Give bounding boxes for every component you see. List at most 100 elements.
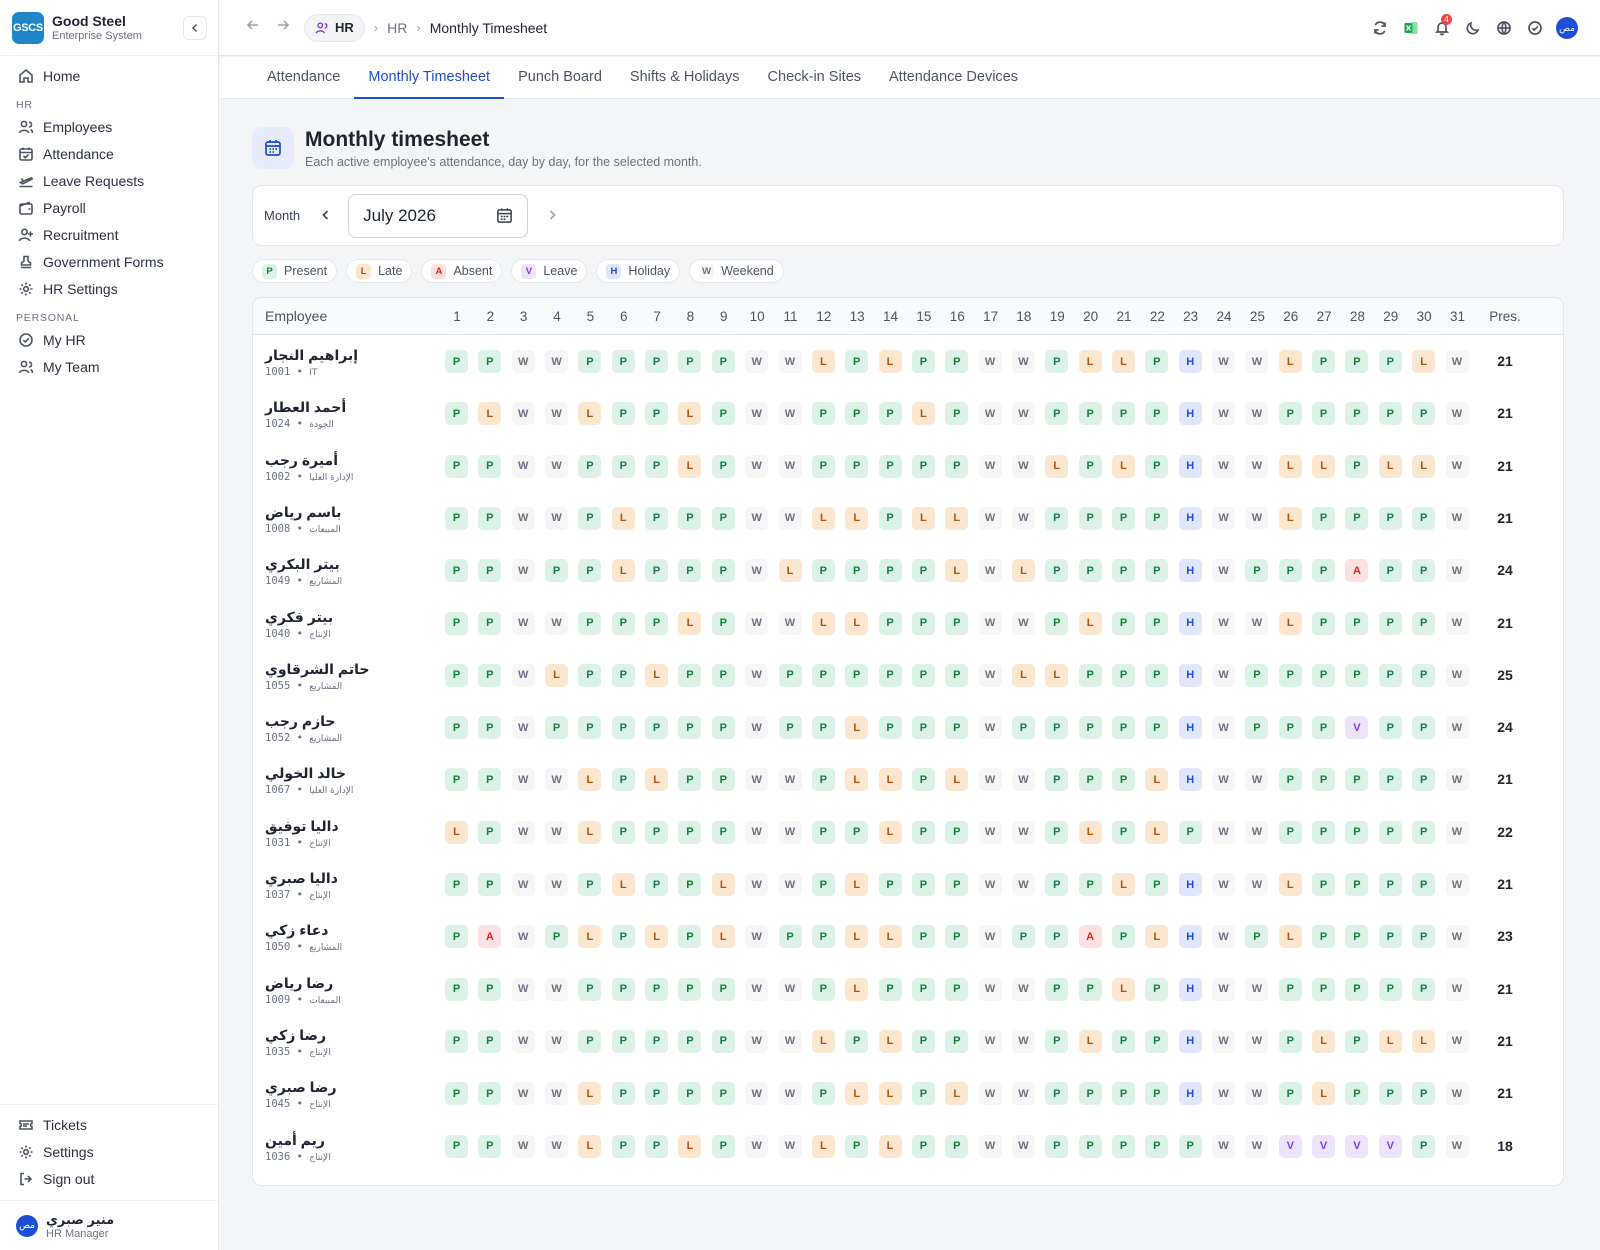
employee-name[interactable]: رضا صبري	[265, 1079, 337, 1095]
day-cell[interactable]: P	[911, 820, 935, 844]
day-cell[interactable]: P	[711, 663, 735, 687]
day-cell[interactable]: P	[1145, 559, 1169, 583]
employee-name[interactable]: باسم رياض	[265, 504, 342, 520]
day-cell[interactable]: P	[1412, 977, 1436, 1001]
day-cell[interactable]: W	[545, 1134, 569, 1158]
day-cell[interactable]: P	[478, 559, 502, 583]
day-cell[interactable]: P	[1078, 1082, 1102, 1106]
day-cell[interactable]: P	[711, 768, 735, 792]
day-cell[interactable]: P	[645, 611, 669, 635]
day-cell[interactable]: W	[1212, 1029, 1236, 1053]
day-cell[interactable]: W	[1212, 716, 1236, 740]
day-cell[interactable]: P	[1045, 1082, 1069, 1106]
table-row[interactable]: ريم أمين 1036 • الإنتاج P P W W L P P L P W W L P L P P W W…	[253, 1121, 1563, 1175]
day-cell[interactable]: W	[1245, 1134, 1269, 1158]
day-cell[interactable]: P	[611, 768, 635, 792]
day-cell[interactable]: P	[1378, 402, 1402, 426]
day-cell[interactable]: P	[445, 402, 468, 426]
day-cell[interactable]: P	[1045, 611, 1069, 635]
day-cell[interactable]: A	[478, 925, 502, 949]
day-cell[interactable]: W	[511, 663, 535, 687]
next-month-button[interactable]	[546, 208, 558, 224]
day-cell[interactable]: P	[1045, 506, 1069, 530]
day-cell[interactable]: L	[878, 350, 902, 373]
day-cell[interactable]: P	[711, 611, 735, 635]
day-cell[interactable]: P	[1112, 925, 1135, 949]
day-cell[interactable]: L	[1078, 611, 1102, 635]
day-cell[interactable]: P	[678, 350, 702, 373]
day-cell[interactable]: P	[711, 350, 735, 373]
day-cell[interactable]: W	[745, 1082, 769, 1106]
day-cell[interactable]: P	[811, 559, 835, 583]
day-cell[interactable]: H	[1178, 873, 1202, 896]
day-cell[interactable]: L	[878, 1134, 902, 1158]
day-cell[interactable]: W	[1011, 611, 1035, 635]
day-cell[interactable]: L	[711, 873, 735, 896]
day-cell[interactable]: P	[1345, 1029, 1369, 1053]
day-cell[interactable]: W	[1011, 506, 1035, 530]
day-cell[interactable]: P	[545, 716, 569, 740]
collapse-sidebar-button[interactable]	[183, 16, 207, 40]
day-cell[interactable]: P	[1145, 402, 1169, 426]
day-cell[interactable]: W	[1445, 768, 1469, 792]
day-cell[interactable]: P	[1145, 506, 1169, 530]
day-cell[interactable]: W	[1445, 1029, 1469, 1053]
day-cell[interactable]: L	[845, 873, 869, 896]
day-cell[interactable]: W	[978, 611, 1002, 635]
employee-name[interactable]: حازم رجب	[265, 713, 336, 729]
day-cell[interactable]: W	[978, 820, 1002, 844]
day-cell[interactable]: L	[645, 925, 669, 949]
day-cell[interactable]: W	[545, 350, 569, 373]
day-cell[interactable]: W	[511, 350, 535, 373]
sidebar-item-sign-out[interactable]: Sign out	[0, 1165, 219, 1192]
day-cell[interactable]: P	[545, 559, 569, 583]
day-cell[interactable]: P	[811, 873, 835, 896]
day-cell[interactable]: W	[745, 506, 769, 530]
day-cell[interactable]: L	[1278, 873, 1302, 896]
day-cell[interactable]: W	[511, 1029, 535, 1053]
day-cell[interactable]: P	[611, 402, 635, 426]
day-cell[interactable]: P	[645, 350, 669, 373]
employee-name[interactable]: بيتر فكري	[265, 609, 333, 625]
day-cell[interactable]: P	[911, 663, 935, 687]
day-cell[interactable]: L	[1011, 663, 1035, 687]
day-cell[interactable]: P	[1112, 716, 1135, 740]
day-cell[interactable]: W	[978, 454, 1002, 478]
table-row[interactable]: حاتم الشرقاوي 1055 • المشاريع P P W L P P L P P W P P…	[253, 650, 1563, 704]
day-cell[interactable]: H	[1178, 454, 1202, 478]
day-cell[interactable]: P	[1112, 663, 1135, 687]
day-cell[interactable]: L	[1312, 1082, 1336, 1106]
day-cell[interactable]: L	[845, 1082, 869, 1106]
day-cell[interactable]: W	[745, 1029, 769, 1053]
theme-toggle[interactable]	[1457, 14, 1488, 42]
day-cell[interactable]: P	[1178, 1134, 1202, 1158]
day-cell[interactable]: W	[978, 925, 1002, 949]
day-cell[interactable]: A	[1078, 925, 1102, 949]
day-cell[interactable]: P	[911, 716, 935, 740]
forward-button[interactable]	[268, 17, 298, 38]
day-cell[interactable]: P	[811, 663, 835, 687]
day-cell[interactable]: W	[511, 506, 535, 530]
table-row[interactable]: داليا توفيق 1031 • الإنتاج L P W W L P P P P W W P P L P…	[253, 807, 1563, 861]
day-cell[interactable]: P	[1412, 611, 1436, 635]
day-cell[interactable]: P	[645, 873, 669, 896]
day-cell[interactable]: P	[911, 611, 935, 635]
day-cell[interactable]: W	[545, 611, 569, 635]
day-cell[interactable]: L	[578, 768, 602, 792]
day-cell[interactable]: L	[1112, 350, 1135, 373]
language-button[interactable]	[1488, 14, 1519, 42]
tab-attendance[interactable]: Attendance	[253, 57, 354, 99]
day-cell[interactable]: P	[611, 977, 635, 1001]
day-cell[interactable]: P	[611, 454, 635, 478]
day-cell[interactable]: W	[1011, 873, 1035, 896]
day-cell[interactable]: W	[1212, 611, 1236, 635]
day-cell[interactable]: L	[878, 820, 902, 844]
day-cell[interactable]: L	[678, 454, 702, 478]
day-cell[interactable]: P	[1412, 1134, 1436, 1158]
day-cell[interactable]: H	[1178, 506, 1202, 530]
day-cell[interactable]: W	[978, 506, 1002, 530]
day-cell[interactable]: P	[1145, 454, 1169, 478]
day-cell[interactable]: P	[878, 716, 902, 740]
day-cell[interactable]: L	[811, 350, 835, 373]
day-cell[interactable]: H	[1178, 559, 1202, 583]
